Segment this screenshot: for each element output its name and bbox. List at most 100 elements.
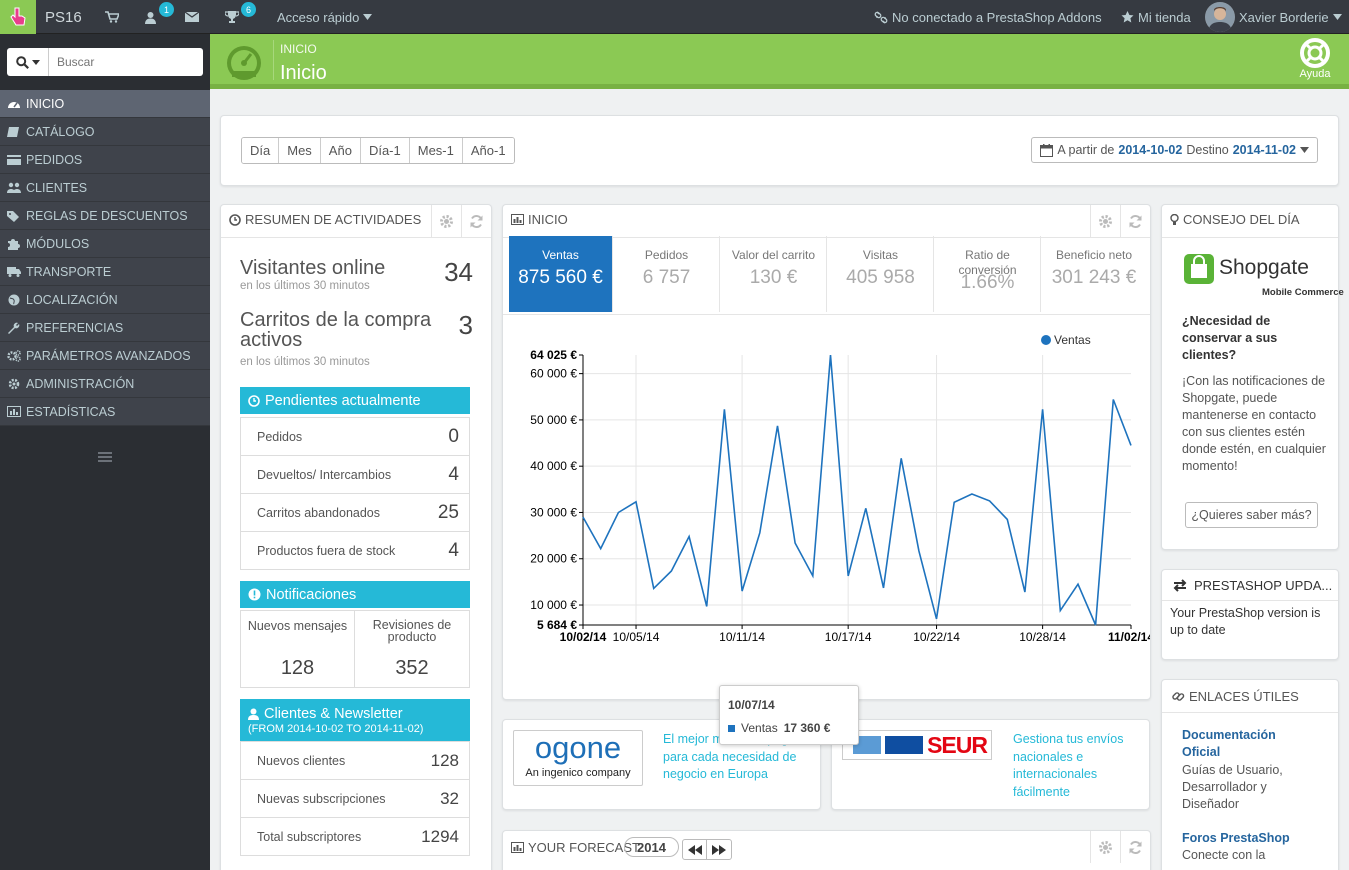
tooltip-value: 17 360 € — [783, 721, 831, 735]
list-item[interactable]: Carritos abandonados 25 — [241, 493, 469, 531]
list-item[interactable]: Total subscriptores 1294 — [241, 817, 469, 855]
forums-desc: Conecte con la — [1182, 848, 1266, 862]
sidebar-item-cog[interactable]: ADMINISTRACIÓN — [0, 370, 210, 398]
quick-access-dropdown[interactable]: Acceso rápido — [277, 0, 373, 34]
kpi-conversion[interactable]: Ratio de conversión 1.66% — [935, 236, 1041, 312]
list-item[interactable]: Productos fuera de stock 4 — [241, 531, 469, 569]
tip-question: ¿Necesidad de conservar a sus clientes? — [1182, 314, 1278, 362]
sidebar-item-users[interactable]: CLIENTES — [0, 174, 210, 202]
dashboard-icon — [7, 98, 21, 109]
refresh-icon[interactable] — [461, 205, 491, 237]
new-messages[interactable]: Nuevos mensajes 128 — [241, 611, 355, 687]
tooltip-swatch — [728, 724, 735, 732]
user-icon — [248, 708, 259, 720]
refresh-icon[interactable] — [1120, 831, 1150, 863]
truck-icon — [7, 266, 21, 277]
useful-links-title: ENLACES ÚTILES — [1189, 689, 1299, 704]
addons-status-link[interactable]: No conectado a PrestaShop Addons — [874, 0, 1102, 34]
period-year-button[interactable]: Año — [320, 138, 361, 163]
kpi-sales[interactable]: Ventas 875 560 € — [509, 236, 613, 312]
period-month-button[interactable]: Mes — [279, 138, 321, 163]
series-line-ventas[interactable] — [582, 355, 1132, 626]
envelope-icon[interactable] — [185, 0, 199, 34]
sales-line-chart[interactable]: 64 025 € 60 000 € 50 000 € 40 000 € 30 000 €… — [503, 325, 1150, 655]
list-item-value: 128 — [430, 750, 459, 770]
kpi-value: 1.66% — [960, 272, 1015, 293]
sidebar-item-label: REGLAS DE DESCUENTOS — [26, 208, 188, 223]
legend-label: Ventas — [1054, 333, 1091, 347]
cart-icon[interactable] — [105, 0, 119, 34]
configure-icon[interactable] — [1090, 831, 1120, 863]
docs-desc: Guías de Usuario, Desarrollador y Diseña… — [1182, 763, 1283, 811]
previous-year-icon[interactable] — [683, 840, 707, 859]
kpi-orders[interactable]: Pedidos 6 757 — [614, 236, 720, 312]
sidebar-item-credit-card[interactable]: PEDIDOS — [0, 146, 210, 174]
sidebar-collapse-icon[interactable] — [98, 452, 112, 462]
user-menu[interactable]: Xavier Borderie — [1205, 0, 1342, 34]
list-item[interactable]: Nuevos clientes 128 — [241, 741, 469, 779]
search-input[interactable] — [49, 55, 199, 69]
product-reviews[interactable]: Revisiones de producto 352 — [355, 611, 469, 687]
sidebar-item-bar-chart[interactable]: ESTADÍSTICAS — [0, 398, 210, 426]
list-item-value: 4 — [448, 463, 459, 485]
kpi-label: Beneficio neto — [1055, 248, 1133, 262]
sidebar-item-truck[interactable]: TRANSPORTE — [0, 258, 210, 286]
period-prev-day-button[interactable]: Día-1 — [360, 138, 410, 163]
tip-panel: CONSEJO DEL DÍA Shopgate Mobile Commerce… — [1161, 204, 1344, 550]
kpi-visits[interactable]: Visitas 405 958 — [828, 236, 934, 312]
next-year-icon[interactable] — [707, 840, 731, 859]
shopgate-bag-icon — [1184, 254, 1214, 284]
clients-subtitle: (FROM 2014-10-02 TO 2014-11-02) — [248, 722, 424, 735]
menu-toggle-button[interactable] — [0, 0, 36, 34]
sidebar-item-globe[interactable]: LOCALIZACIÓN — [0, 286, 210, 314]
sidebar-item-label: ESTADÍSTICAS — [26, 404, 116, 419]
list-item[interactable]: Devueltos/ Intercambios 4 — [241, 455, 469, 493]
sidebar-item-tags[interactable]: REGLAS DE DESCUENTOS — [0, 202, 210, 230]
search-type-button[interactable] — [7, 48, 49, 76]
configure-icon[interactable] — [431, 205, 461, 237]
sidebar-item-cogs[interactable]: PARÁMETROS AVANZADOS — [0, 342, 210, 370]
tip-learn-more-button[interactable]: ¿Quieres saber más? — [1185, 502, 1318, 528]
cogs-icon — [7, 349, 21, 362]
period-prev-year-button[interactable]: Año-1 — [462, 138, 514, 163]
trophy-icon[interactable] — [225, 0, 239, 34]
ogone-logo-text: ogone — [534, 730, 622, 765]
forums-link[interactable]: Foros PrestaShop — [1182, 830, 1312, 847]
new-messages-label: Nuevos mensajes — [247, 619, 348, 633]
seur-ad-text[interactable]: Gestiona tus envíos nacionales e interna… — [1013, 731, 1138, 801]
period-day-button[interactable]: Día — [242, 138, 280, 163]
docs-link[interactable]: Documentación Oficial — [1182, 727, 1312, 761]
list-item[interactable]: Pedidos 0 — [241, 417, 469, 455]
online-visitors-label: Visitantes online — [240, 257, 386, 279]
shop-name[interactable]: PS16 — [45, 0, 82, 34]
chart-tooltip: 10/07/14 Ventas 17 360 € — [719, 685, 859, 745]
configure-icon[interactable] — [1090, 205, 1120, 237]
my-store-link[interactable]: Mi tienda — [1121, 0, 1191, 34]
bar-chart-icon — [511, 214, 524, 225]
list-item-label: Nuevas subscripciones — [257, 791, 386, 806]
update-panel-title: PRESTASHOP UPDA... — [1194, 578, 1333, 593]
sidebar-item-dashboard[interactable]: INICIO — [0, 90, 210, 118]
forecast-panel-tools — [1090, 831, 1150, 863]
date-range-picker[interactable]: A partir de 2014-10-02 Destino 2014-11-0… — [1031, 137, 1318, 163]
sidebar-item-book[interactable]: CATÁLOGO — [0, 118, 210, 146]
refresh-icon[interactable] — [1120, 205, 1150, 237]
list-item-label: Total subscriptores — [257, 829, 362, 844]
help-button[interactable]: Ayuda — [1295, 38, 1335, 80]
sidebar-item-wrench[interactable]: PREFERENCIAS — [0, 314, 210, 342]
tooltip-date: 10/07/14 — [728, 698, 775, 712]
sidebar-item-puzzle[interactable]: MÓDULOS — [0, 230, 210, 258]
credit-card-icon — [7, 154, 21, 165]
bar-chart-icon — [7, 405, 21, 417]
breadcrumb[interactable]: INICIO — [280, 42, 317, 56]
customers-icon[interactable] — [144, 0, 157, 34]
kpi-net-profit[interactable]: Beneficio neto 301 243 € — [1042, 236, 1146, 312]
notifications-grid: Nuevos mensajes 128 Revisiones de produc… — [240, 610, 470, 688]
list-item[interactable]: Nuevas subscripciones 32 — [241, 779, 469, 817]
user-name: Xavier Borderie — [1239, 9, 1329, 25]
list-item-value: 0 — [448, 425, 459, 447]
kpi-cart-value[interactable]: Valor del carrito 130 € — [721, 236, 827, 312]
period-prev-month-button[interactable]: Mes-1 — [409, 138, 463, 163]
online-visitors-sub: en los últimos 30 minutos — [240, 280, 370, 292]
seur-ad-panel[interactable]: SEUR Gestiona tus envíos nacionales e in… — [831, 719, 1150, 810]
